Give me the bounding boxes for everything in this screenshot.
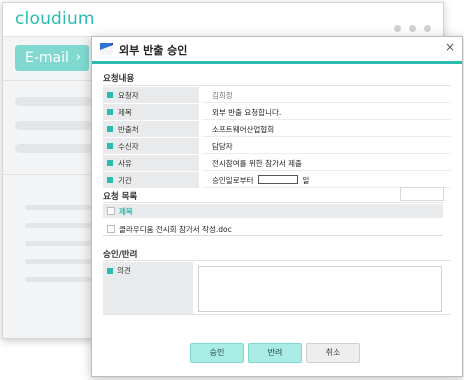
export-approval-dialog: 외부 반출 승인 × 요청내용 요청자 김희정 제목 외부 반출 요청합니다. … [91, 36, 463, 377]
field-value: 승인일로부터 일 [202, 172, 451, 188]
bullet-square-icon [107, 92, 113, 98]
recipient-value: 담당자 [212, 142, 233, 151]
cancel-button[interactable]: 취소 [306, 343, 360, 363]
opinion-label: 의견 [103, 262, 193, 314]
reject-button[interactable]: 반려 [248, 343, 302, 363]
reason-value: 전시참여를 위한 참가서 제출 [212, 159, 302, 168]
subject-value: 외부 반출 요청합니다. [212, 108, 282, 117]
field-row-period: 기간 승인일로부터 일 [103, 172, 451, 188]
field-value: 외부 반출 요청합니다. [202, 104, 451, 120]
field-row-destination: 반출처 소프트웨어산업협회 [103, 121, 451, 137]
request-detail-table: 요청자 김희정 제목 외부 반출 요청합니다. 반출처 소프트웨어산업협회 수신… [103, 87, 451, 188]
email-button[interactable]: E-mail › [15, 45, 89, 71]
content-placeholder-bar [25, 277, 93, 282]
section-divider [103, 260, 451, 261]
field-label: 요청자 [103, 87, 199, 103]
destination-value: 소프트웨어산업협회 [212, 125, 275, 134]
content-placeholder-bar [25, 205, 93, 210]
period-days-input[interactable] [258, 175, 299, 184]
field-label: 기간 [103, 172, 199, 188]
section-divider [103, 314, 451, 315]
bullet-square-icon [107, 177, 113, 183]
field-value: 담당자 [202, 138, 451, 154]
field-row-recipient: 수신자 담당자 [103, 138, 451, 154]
sidebar-placeholder-bar [15, 144, 93, 153]
approve-section-title: 승인/반려 [103, 250, 138, 260]
request-section-title: 요청내용 [103, 74, 135, 84]
field-label: 사유 [103, 155, 199, 171]
bullet-square-icon [107, 126, 113, 132]
list-header-title: 제목 [119, 207, 133, 216]
field-value: 소프트웨어산업협회 [202, 121, 451, 137]
content-placeholder-bar [25, 259, 93, 264]
window-dot-icon[interactable] [424, 25, 431, 32]
email-button-label: E-mail [25, 50, 69, 66]
field-row-subject: 제목 외부 반출 요청합니다. [103, 104, 451, 120]
select-all-checkbox[interactable] [107, 207, 115, 215]
field-label: 제목 [103, 104, 199, 120]
list-item[interactable]: 클라우디움 전시회 참가서 작성.doc [103, 222, 443, 236]
sidebar-placeholder-bar [15, 97, 93, 106]
field-value: 전시참여를 위한 참가서 제출 [202, 155, 451, 171]
content-divider [3, 174, 93, 175]
section-divider [103, 202, 443, 203]
list-item-title: 클라우디움 전시회 참가서 작성.doc [119, 225, 232, 234]
bullet-square-icon [107, 268, 113, 274]
app-logo: cloudium [15, 9, 95, 29]
requester-value: 김희정 [212, 91, 233, 100]
section-divider [103, 85, 451, 86]
field-label: 반출처 [103, 121, 199, 137]
field-row-requester: 요청자 김희정 [103, 87, 451, 103]
period-value: 승인일로부터 일 [212, 175, 310, 185]
field-value: 김희정 [202, 87, 451, 103]
item-checkbox[interactable] [107, 225, 115, 233]
window-controls [386, 17, 431, 36]
close-icon[interactable]: × [445, 40, 455, 54]
bullet-square-icon [107, 160, 113, 166]
sidebar-divider [3, 80, 93, 81]
field-row-reason: 사유 전시참여를 위한 참가서 제출 [103, 155, 451, 171]
window-dot-icon[interactable] [394, 25, 401, 32]
title-accent-line [92, 61, 462, 64]
content-placeholder-bar [25, 223, 93, 228]
opinion-textarea[interactable] [198, 266, 442, 312]
dialog-title-bar: 외부 반출 승인 × [92, 37, 462, 61]
window-dot-icon[interactable] [409, 25, 416, 32]
sidebar-placeholder-bar [15, 121, 93, 130]
approve-button[interactable]: 승인 [190, 343, 244, 363]
dialog-title: 외부 반출 승인 [119, 44, 188, 57]
chevron-right-icon: › [75, 50, 81, 65]
list-search-input[interactable] [400, 187, 444, 201]
bullet-square-icon [107, 109, 113, 115]
app-logo-icon [100, 43, 113, 55]
content-placeholder-bar [25, 241, 93, 246]
list-header-row: 제목 [103, 204, 443, 218]
bullet-square-icon [107, 143, 113, 149]
list-section-title: 요청 목록 [103, 192, 138, 202]
sidebar [3, 37, 93, 338]
field-label: 수신자 [103, 138, 199, 154]
